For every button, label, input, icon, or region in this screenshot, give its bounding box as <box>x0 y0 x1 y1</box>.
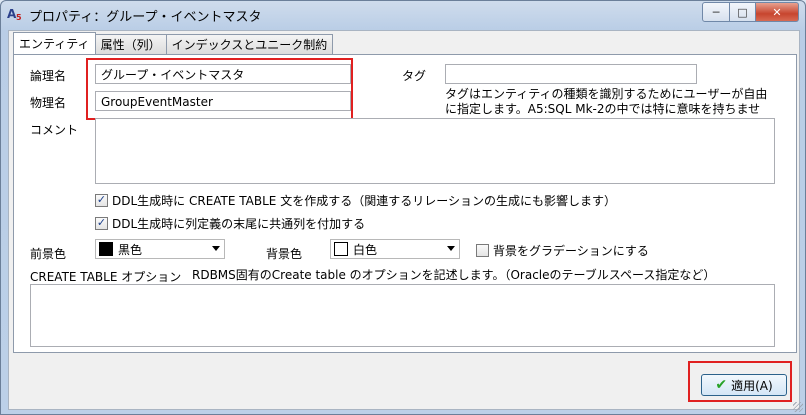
back-color-swatch <box>334 242 348 256</box>
dialog-client: エンティティ 属性（列） インデックスとユニーク制約 論理名 グループ・イベント… <box>8 30 800 410</box>
back-color-value: 白色 <box>353 242 378 257</box>
tab-bar: エンティティ 属性（列） インデックスとユニーク制約 <box>13 32 334 55</box>
gradient-option[interactable]: 背景をグラデーションにする <box>476 242 649 259</box>
fore-color-swatch <box>99 242 113 256</box>
apply-button[interactable]: ✔ 適用(A) <box>701 374 787 396</box>
maximize-button[interactable]: □ <box>730 2 756 22</box>
fore-color-value: 黒色 <box>118 242 143 257</box>
chevron-down-icon <box>447 246 455 251</box>
create-table-option-note: RDBMS固有のCreate table のオプションを記述します。（Oracl… <box>192 268 716 282</box>
tab-attributes[interactable]: 属性（列） <box>94 34 167 54</box>
comment-label: コメント <box>30 123 79 137</box>
back-color-label: 背景色 <box>266 247 303 261</box>
gradient-checkbox[interactable] <box>476 244 489 257</box>
minimize-button[interactable]: ─ <box>702 2 730 22</box>
name-fields-highlight <box>86 58 353 120</box>
title-bar[interactable]: A5 プロパティ：グループ・イベントマスタ ─ □ ✕ <box>1 1 805 29</box>
tag-note-line1: タグはエンティティの種類を識別するためにユーザーが自由 <box>445 87 768 101</box>
tab-indexes[interactable]: インデックスとユニーク制約 <box>165 34 334 54</box>
ddl-common-columns-checkbox[interactable]: ✓ <box>95 217 108 230</box>
logical-name-label: 論理名 <box>30 69 67 83</box>
ddl-common-columns-option[interactable]: ✓ DDL生成時に列定義の末尾に共通列を付加する <box>95 215 365 232</box>
ddl-common-columns-label: DDL生成時に列定義の末尾に共通列を付加する <box>112 217 366 231</box>
properties-window: A5 プロパティ：グループ・イベントマスタ ─ □ ✕ エンティティ 属性（列）… <box>0 0 806 415</box>
comment-textarea[interactable] <box>95 118 775 184</box>
apply-button-label: 適用(A) <box>731 378 773 393</box>
chevron-down-icon <box>212 246 220 251</box>
ddl-create-table-checkbox[interactable]: ✓ <box>95 194 108 207</box>
fore-color-label: 前景色 <box>30 247 67 261</box>
resize-grip[interactable] <box>793 402 803 412</box>
entity-panel: 論理名 グループ・イベントマスタ 物理名 GroupEventMaster タグ… <box>13 54 797 353</box>
window-controls: ─ □ ✕ <box>702 2 799 22</box>
check-icon: ✔ <box>715 377 728 393</box>
create-table-option-label: CREATE TABLE オプション <box>30 270 182 284</box>
ddl-create-table-option[interactable]: ✓ DDL生成時に CREATE TABLE 文を作成する（関連するリレーション… <box>95 192 616 209</box>
gradient-label: 背景をグラデーションにする <box>493 244 649 258</box>
tag-label: タグ <box>402 69 427 83</box>
ddl-create-table-label: DDL生成時に CREATE TABLE 文を作成する（関連するリレーションの生… <box>112 194 616 208</box>
create-table-option-textarea[interactable] <box>30 284 775 347</box>
app-icon: A5 <box>7 7 22 22</box>
back-color-select[interactable]: 白色 <box>330 239 460 259</box>
tab-entity[interactable]: エンティティ <box>13 32 96 54</box>
tag-input[interactable] <box>445 64 697 84</box>
fore-color-select[interactable]: 黒色 <box>95 239 225 259</box>
tag-note-line2: に指定します。A5:SQL Mk-2の中では特に意味を持ちませ <box>445 102 761 116</box>
physical-name-label: 物理名 <box>30 96 67 110</box>
window-title: プロパティ：グループ・イベントマスタ <box>29 10 262 25</box>
close-button[interactable]: ✕ <box>756 2 799 22</box>
